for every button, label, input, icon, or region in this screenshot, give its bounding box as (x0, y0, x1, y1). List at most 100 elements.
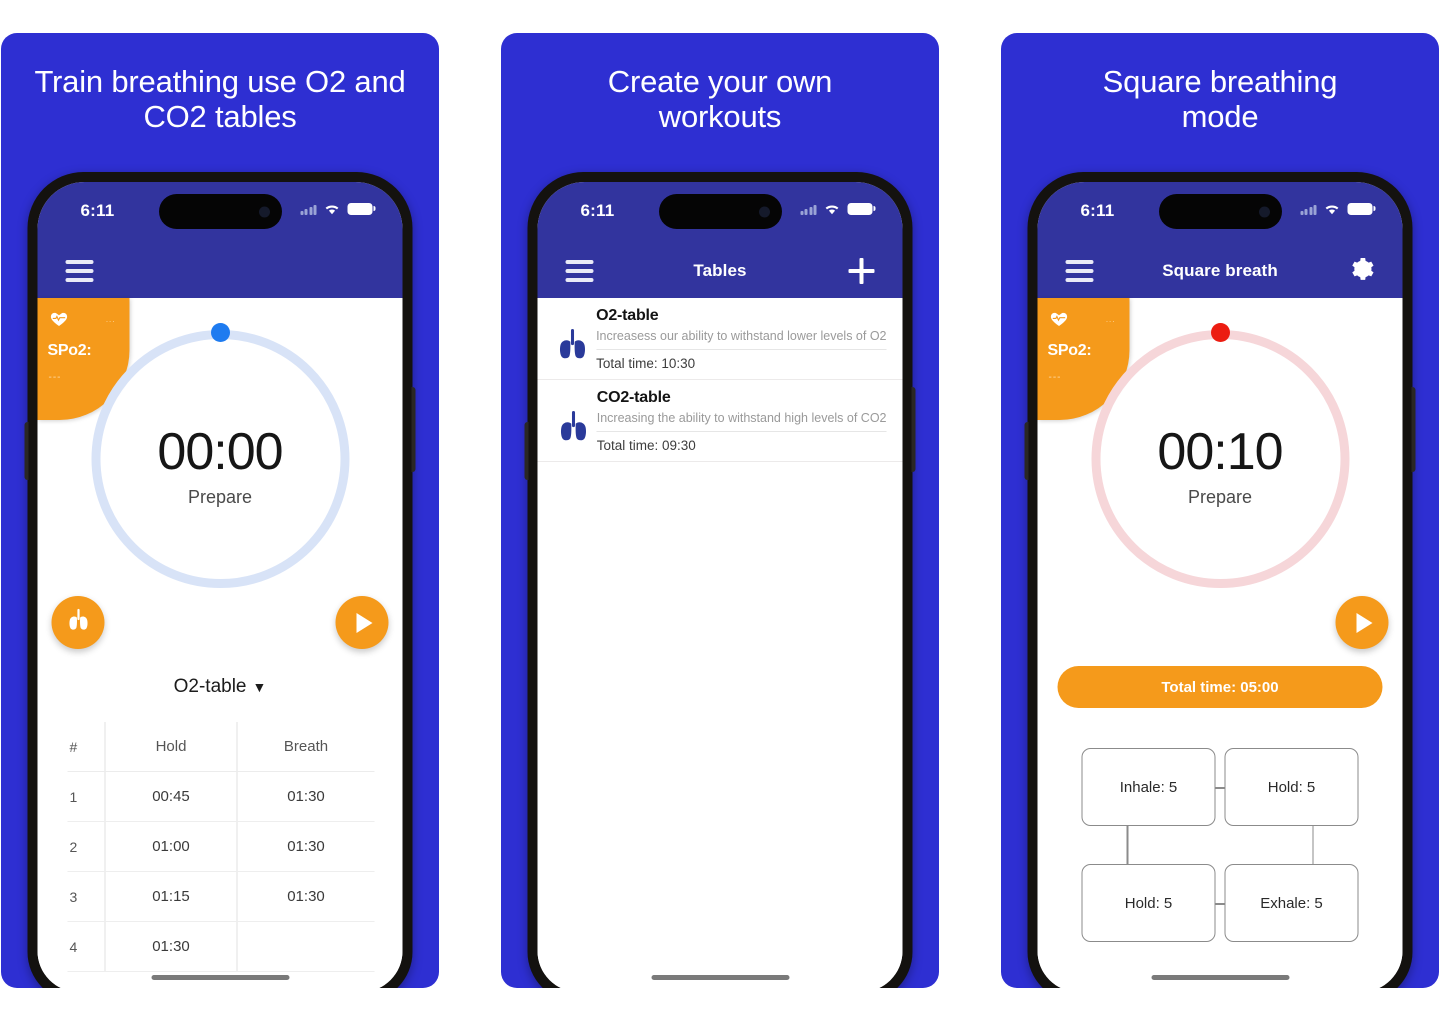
battery-icon (847, 202, 876, 215)
front-camera-icon (1258, 206, 1270, 217)
total-time-pill: Total time: 05:00 (1057, 666, 1383, 708)
promo-headline-1: Train breathing use O2 and CO2 tables (34, 64, 406, 134)
timer-ring-3: 00:10 Prepare (1091, 323, 1349, 588)
home-indicator (651, 975, 789, 980)
progress-dot (1210, 323, 1230, 342)
phone-screen-2: 6:11 Tables O2-table Increasess our abil… (537, 182, 903, 988)
table-row: 4 01:30 (67, 921, 375, 972)
screen-body-3: ... SPo2: --- 00:10 Prepare Total time: … (1037, 298, 1403, 988)
screen-body-2: O2-table Increasess our ability to withs… (537, 298, 903, 988)
app-store-screenshot-gallery: Train breathing use O2 and CO2 tables 6:… (0, 0, 1440, 1028)
progress-dot (210, 323, 230, 342)
settings-button[interactable] (1347, 256, 1377, 286)
dynamic-island (658, 194, 782, 229)
home-indicator (1151, 975, 1289, 980)
home-indicator (151, 975, 289, 980)
wifi-icon (824, 202, 841, 215)
status-bar-1: 6:11 (37, 182, 403, 244)
play-icon (356, 612, 373, 633)
list-item-description: Increasess our ability to withstand lowe… (596, 329, 887, 343)
status-bar-3: 6:11 (1037, 182, 1403, 244)
signal-icon (300, 203, 317, 215)
tables-list: O2-table Increasess our ability to withs… (537, 298, 903, 462)
app-bar-2: Tables (537, 244, 903, 298)
table-selector[interactable]: O2-table ▼ (38, 676, 403, 698)
status-indicators (300, 202, 376, 215)
app-bar-3: Square breath (1037, 244, 1403, 298)
app-bar-1 (37, 244, 403, 298)
hamburger-menu-icon[interactable] (1065, 260, 1094, 282)
connector-horizontal-bottom (1215, 903, 1225, 905)
promo-headline-2: Create your own workouts (607, 64, 833, 134)
front-camera-icon (258, 206, 270, 217)
wifi-icon (324, 202, 341, 215)
battery-icon (347, 202, 376, 215)
cell-breath: 01:30 (237, 871, 375, 922)
spo2-value: --- (1048, 372, 1062, 383)
timer-ring-1: 00:00 Prepare (91, 323, 349, 588)
status-time: 6:11 (1080, 201, 1115, 220)
heart-icon (1050, 311, 1069, 332)
cell-index: 4 (67, 921, 105, 972)
chevron-down-icon: ▼ (252, 679, 267, 695)
square-box-exhale[interactable]: Exhale: 5 (1224, 864, 1359, 942)
list-item-title: O2-table (596, 307, 659, 324)
phone-mockup-3: 6:11 Square breath ... SPo2: --- 00:10 P… (1024, 172, 1416, 988)
signal-icon (1300, 203, 1317, 215)
heart-icon (50, 311, 69, 332)
screen-body-1: ... SPo2: --- 00:00 Prepare O2-table ▼ #… (37, 298, 403, 988)
promo-card-1: Train breathing use O2 and CO2 tables 6:… (1, 33, 439, 988)
connector-vertical-left (1126, 826, 1128, 864)
square-row-bottom: Hold: 5 Exhale: 5 (1081, 864, 1359, 942)
col-hold: Hold (104, 722, 238, 772)
timer-value: 00:10 (1157, 423, 1283, 481)
phone-mockup-1: 6:11 ... SPo2: --- 00:00 Prepare O2-tabl… (24, 172, 416, 988)
lungs-icon (65, 607, 91, 638)
play-button[interactable] (335, 596, 389, 649)
promo-card-3: Square breathing mode 6:11 Square breath… (1001, 33, 1439, 988)
cell-hold: 01:15 (104, 871, 238, 922)
phone-mockup-2: 6:11 Tables O2-table Increasess our abil… (524, 172, 916, 988)
square-box-hold-bottom[interactable]: Hold: 5 (1081, 864, 1216, 942)
cell-breath (237, 921, 375, 972)
table-selector-label: O2-table (173, 676, 247, 697)
hamburger-menu-icon[interactable] (565, 260, 594, 282)
cell-hold: 00:45 (104, 771, 238, 822)
lungs-button[interactable] (51, 596, 105, 649)
col-breath: Breath (237, 722, 375, 772)
play-icon (1356, 612, 1373, 633)
spo2-label: SPo2: (47, 342, 92, 359)
table-row: 2 01:00 01:30 (67, 821, 375, 872)
status-indicators (1300, 202, 1376, 215)
promo-card-2: Create your own workouts 6:11 Tables O2-… (501, 33, 939, 988)
play-button[interactable] (1335, 596, 1389, 649)
connector-vertical-right (1312, 826, 1314, 864)
cell-index: 2 (67, 821, 105, 872)
table-row: 3 01:15 01:30 (67, 871, 375, 922)
spo2-label: SPo2: (1047, 342, 1092, 359)
cell-index: 1 (67, 771, 105, 822)
square-row-top: Inhale: 5 Hold: 5 (1081, 748, 1359, 864)
hamburger-menu-icon[interactable] (65, 260, 94, 282)
cell-hold: 01:00 (104, 821, 238, 872)
spo2-corner-value: ... (1105, 315, 1116, 324)
list-item-description: Increasing the ability to withstand high… (596, 411, 887, 425)
col-index: # (67, 722, 105, 772)
add-table-button[interactable] (847, 256, 877, 286)
list-item-total-time: Total time: 10:30 (596, 356, 696, 371)
list-item[interactable]: CO2-table Increasing the ability to with… (537, 380, 903, 462)
phone-screen-3: 6:11 Square breath ... SPo2: --- 00:10 P… (1037, 182, 1403, 988)
list-item-content: O2-table Increasess our ability to withs… (594, 307, 888, 379)
list-item[interactable]: O2-table Increasess our ability to withs… (537, 298, 903, 380)
timer-value: 00:00 (157, 423, 283, 481)
phone-screen-1: 6:11 ... SPo2: --- 00:00 Prepare O2-tabl… (37, 182, 403, 988)
gear-icon (1349, 256, 1375, 287)
wifi-icon (1324, 202, 1341, 215)
promo-headline-3: Square breathing mode (1102, 64, 1338, 134)
square-box-inhale[interactable]: Inhale: 5 (1081, 748, 1216, 826)
cell-hold: 01:30 (104, 921, 238, 972)
lungs-icon (552, 307, 595, 379)
square-box-hold-top[interactable]: Hold: 5 (1224, 748, 1359, 826)
list-item-title: CO2-table (596, 389, 671, 406)
list-item-total-time: Total time: 09:30 (596, 438, 696, 453)
